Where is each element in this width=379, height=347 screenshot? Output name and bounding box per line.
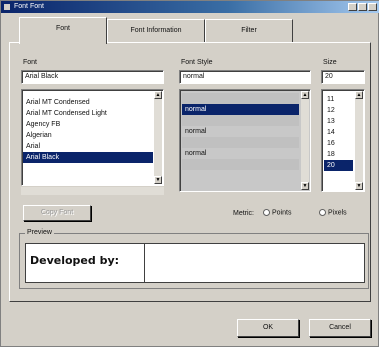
size-list-item[interactable]: 16 [324, 138, 353, 149]
window-title: Font Font [14, 3, 44, 10]
font-list-item[interactable]: Arial MT Condensed Light [23, 108, 153, 119]
copy-font-button[interactable]: Copy Font [23, 205, 91, 221]
font-list-item[interactable]: Agency FB [23, 119, 153, 130]
preview-label: Preview [25, 229, 54, 236]
size-list-item[interactable]: 11 [324, 94, 353, 105]
scroll-down-icon[interactable]: ▼ [355, 182, 363, 190]
font-style-list-item[interactable]: normal [182, 148, 299, 159]
radio-icon [319, 209, 326, 216]
tab-strip: Font Font Information Filter [11, 17, 371, 44]
size-list-item[interactable]: 13 [324, 116, 353, 127]
size-list-item[interactable]: 12 [324, 105, 353, 116]
font-style-label: Font Style [181, 59, 213, 66]
font-style-list-item[interactable] [182, 93, 299, 104]
tab-font-information[interactable]: Font Information [107, 19, 205, 43]
size-list-scrollbar[interactable]: ▲ ▼ [355, 91, 363, 190]
font-name-input[interactable]: Arial Black [21, 70, 164, 84]
scroll-down-icon[interactable]: ▼ [154, 176, 162, 184]
scroll-up-icon[interactable]: ▲ [301, 91, 309, 99]
font-list-item[interactable]: Algerian [23, 130, 153, 141]
size-list-item[interactable]: 18 [324, 149, 353, 160]
scroll-up-icon[interactable]: ▲ [154, 91, 162, 99]
font-style-list-item[interactable] [182, 137, 299, 148]
metric-pixels-radio[interactable]: Pixels [319, 209, 347, 216]
scroll-down-icon[interactable]: ▼ [301, 182, 309, 190]
scroll-up-icon[interactable]: ▲ [355, 91, 363, 99]
maximize-icon[interactable] [358, 3, 367, 11]
font-style-list-scrollbar[interactable]: ▲ ▼ [301, 91, 309, 190]
font-style-list-item[interactable]: normal [182, 104, 299, 115]
font-dialog: Font Font Font Font Information Filter F… [0, 0, 379, 347]
font-style-list-item[interactable]: normal [182, 126, 299, 137]
minimize-icon[interactable] [348, 3, 357, 11]
window-controls [348, 3, 377, 11]
metric-label: Metric: [233, 210, 254, 217]
title-bar[interactable]: Font Font [1, 1, 379, 13]
cancel-button[interactable]: Cancel [309, 319, 371, 337]
font-list-scrollbar[interactable]: ▲ ▼ [154, 91, 162, 184]
font-list-item[interactable]: Arial [23, 141, 153, 152]
size-input[interactable]: 20 [321, 70, 365, 84]
close-icon[interactable] [368, 3, 377, 11]
size-label: Size [323, 59, 337, 66]
font-list[interactable]: Arial MT Condensed Arial MT Condensed Lig… [21, 89, 164, 186]
radio-icon [263, 209, 270, 216]
font-label: Font [23, 59, 38, 66]
font-style-list-item[interactable] [182, 159, 299, 170]
size-list-item[interactable]: 14 [324, 127, 353, 138]
window-icon [4, 4, 10, 10]
font-list-item[interactable]: Arial MT Condensed [23, 97, 153, 108]
preview-box: Developed by: [25, 243, 365, 283]
size-list-item[interactable]: 20 [324, 160, 353, 171]
font-list-hscrollbar[interactable] [21, 187, 164, 195]
ok-button[interactable]: OK [237, 319, 299, 337]
font-style-input[interactable]: normal [179, 70, 311, 84]
tab-filter[interactable]: Filter [205, 19, 293, 43]
size-list[interactable]: 11 12 13 14 16 18 20 ▲ ▼ [321, 89, 365, 192]
font-list-item[interactable]: Arial Black [23, 152, 153, 163]
font-style-list[interactable]: normal normal normal ▲ ▼ [179, 89, 311, 192]
metric-points-radio[interactable]: Points [263, 209, 291, 216]
preview-text: Developed by: [30, 254, 120, 267]
tab-font[interactable]: Font [19, 17, 107, 44]
font-style-list-item[interactable] [182, 115, 299, 126]
